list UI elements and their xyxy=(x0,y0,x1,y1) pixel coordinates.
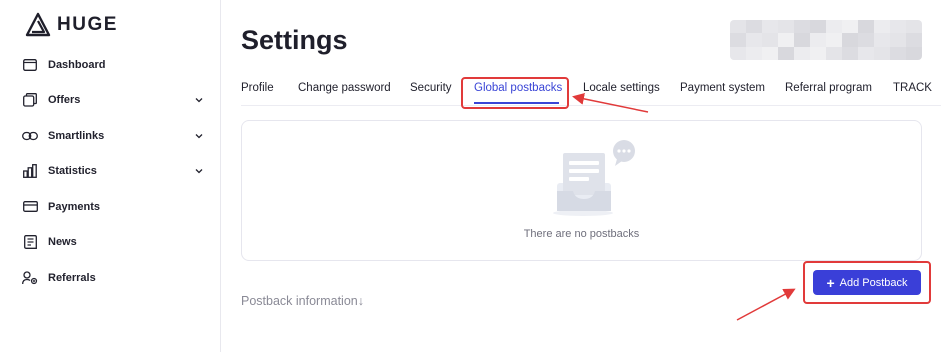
sidebar-item-label: Dashboard xyxy=(48,58,106,71)
chevron-down-icon[interactable] xyxy=(194,95,204,105)
highlight-global-postbacks xyxy=(461,77,569,109)
tab-track[interactable]: TRACK xyxy=(893,76,932,101)
brand-logo[interactable]: HUGE xyxy=(25,12,118,38)
sidebar: HUGE Dashboard Offers Smartlinks Statist… xyxy=(0,0,221,352)
page-title: Settings xyxy=(241,25,348,55)
arrow-down-icon: ↓ xyxy=(357,294,364,308)
sidebar-item-label: Statistics xyxy=(48,165,97,178)
referrals-icon xyxy=(22,270,38,286)
tab-security[interactable]: Security xyxy=(410,76,452,101)
card-icon xyxy=(22,199,38,215)
sidebar-item-statistics[interactable]: Statistics xyxy=(0,154,221,190)
sidebar-item-payments[interactable]: Payments xyxy=(0,189,221,225)
chevron-down-icon[interactable] xyxy=(194,131,204,141)
sidebar-item-referrals[interactable]: Referrals xyxy=(0,260,221,296)
bar-chart-icon xyxy=(22,163,38,179)
news-icon xyxy=(22,234,38,250)
tab-locale-settings[interactable]: Locale settings xyxy=(583,76,660,101)
empty-inbox-icon xyxy=(553,140,635,216)
postback-information-toggle[interactable]: Postback information↓ xyxy=(241,294,364,308)
blurred-account-info xyxy=(730,20,922,60)
highlight-add-postback xyxy=(803,261,931,304)
empty-state-message: There are no postbacks xyxy=(523,228,640,240)
postbacks-empty-card: There are no postbacks xyxy=(241,120,922,261)
link-icon xyxy=(22,128,38,144)
arrow-to-button xyxy=(736,288,796,321)
sidebar-item-offers[interactable]: Offers xyxy=(0,83,221,119)
sidebar-nav: Dashboard Offers Smartlinks Statistics P… xyxy=(0,47,221,296)
sidebar-item-news[interactable]: News xyxy=(0,225,221,261)
postback-information-label: Postback information xyxy=(241,294,358,308)
huge-logo-icon xyxy=(25,12,51,37)
sidebar-item-label: Smartlinks xyxy=(48,129,105,142)
dashboard-icon xyxy=(22,57,38,73)
brand-name: HUGE xyxy=(57,14,118,35)
sidebar-item-label: Referrals xyxy=(48,271,96,284)
sidebar-item-label: Payments xyxy=(48,200,100,213)
tab-payment-system[interactable]: Payment system xyxy=(680,76,765,101)
tab-change-password[interactable]: Change password xyxy=(298,76,391,101)
sidebar-item-label: News xyxy=(48,236,77,249)
tab-profile[interactable]: Profile xyxy=(241,76,274,101)
sidebar-item-dashboard[interactable]: Dashboard xyxy=(0,47,221,83)
settings-tabs: Profile Change password Security Global … xyxy=(241,76,941,106)
tab-referral-program[interactable]: Referral program xyxy=(785,76,872,101)
offers-icon xyxy=(22,92,38,108)
chevron-down-icon[interactable] xyxy=(194,166,204,176)
sidebar-item-label: Offers xyxy=(48,94,81,107)
sidebar-item-smartlinks[interactable]: Smartlinks xyxy=(0,118,221,154)
